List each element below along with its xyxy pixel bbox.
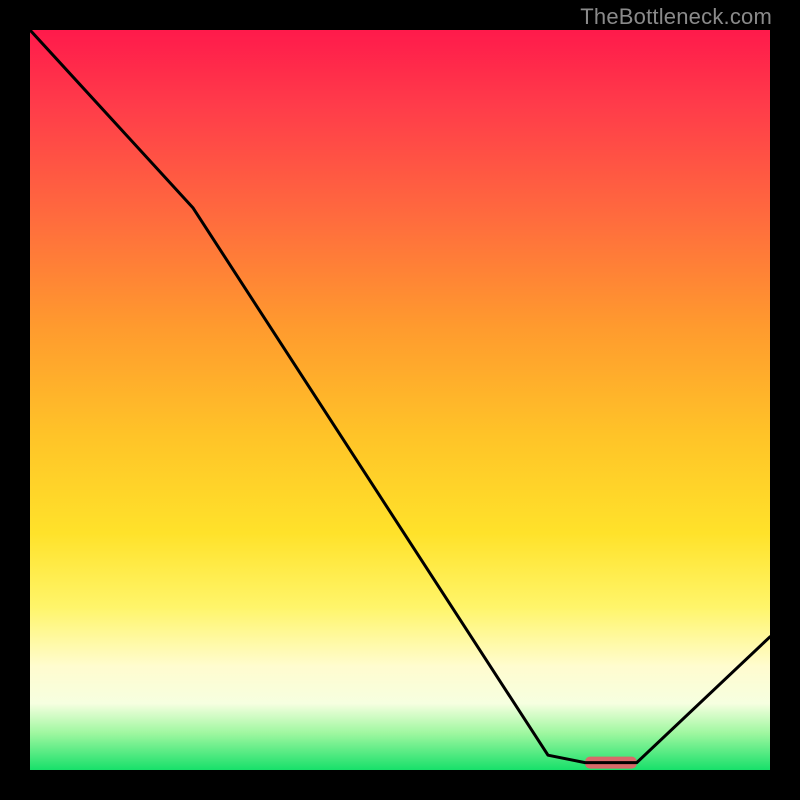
- chart-frame: TheBottleneck.com: [0, 0, 800, 800]
- watermark-text: TheBottleneck.com: [580, 4, 772, 30]
- plot-svg: [30, 30, 770, 770]
- bottleneck-curve: [30, 30, 770, 763]
- plot-area: [30, 30, 770, 770]
